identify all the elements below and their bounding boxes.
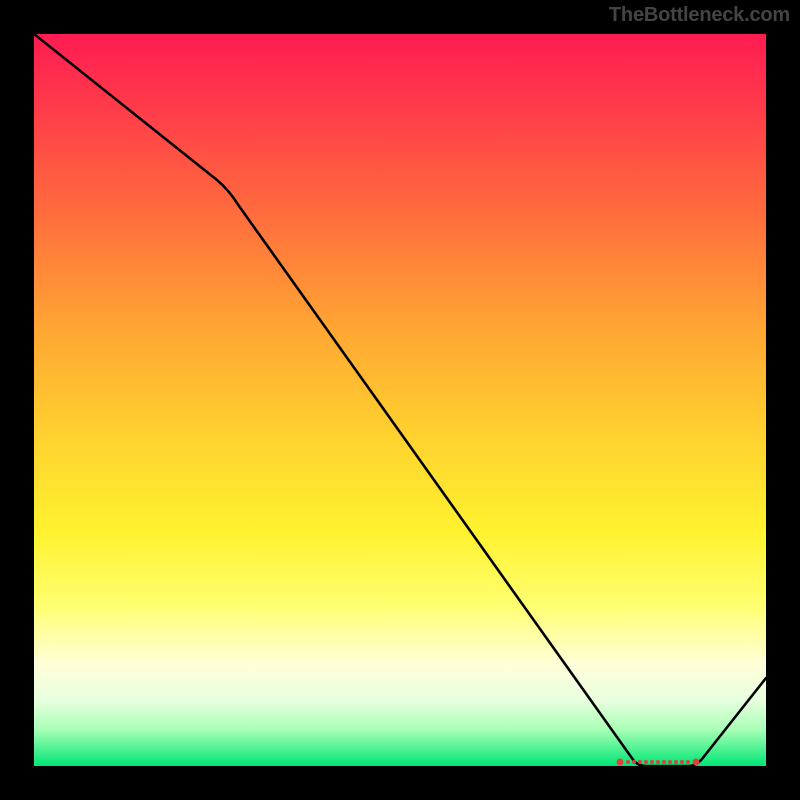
marker-dot [650, 760, 654, 764]
watermark-text: TheBottleneck.com [609, 4, 790, 27]
chart-svg [34, 34, 766, 766]
marker-dot [680, 760, 684, 764]
marker-dot [626, 760, 630, 764]
bottleneck-curve-path [34, 34, 766, 766]
chart-frame: TheBottleneck.com [0, 0, 800, 800]
marker-dot [644, 760, 648, 764]
marker-dot [662, 760, 666, 764]
marker-dot-end-right [693, 759, 700, 766]
plot-area [34, 34, 766, 766]
marker-dot [638, 760, 642, 764]
marker-dot-end-left [617, 759, 624, 766]
valley-marker-group [617, 759, 700, 766]
marker-dot [686, 760, 690, 764]
marker-dot [674, 760, 678, 764]
marker-dot [668, 760, 672, 764]
marker-dot [656, 760, 660, 764]
marker-dot [632, 760, 636, 764]
